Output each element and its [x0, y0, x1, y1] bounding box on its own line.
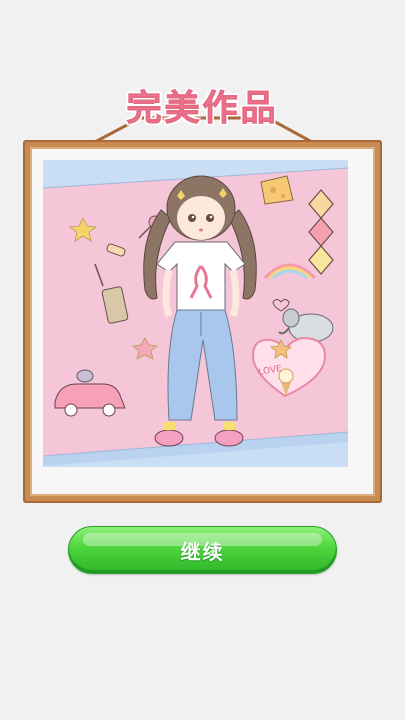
continue-button[interactable]: 继续 — [68, 526, 337, 574]
diamond-tiles-icon — [308, 189, 334, 275]
dress-up-artwork: LOVE — [43, 160, 349, 467]
page-title: 完美作品 — [126, 89, 279, 130]
frame-mat: LOVE — [30, 147, 375, 496]
continue-button-label: 继续 — [180, 539, 225, 564]
artwork: LOVE — [43, 160, 362, 483]
picture-frame: LOVE — [23, 140, 382, 503]
